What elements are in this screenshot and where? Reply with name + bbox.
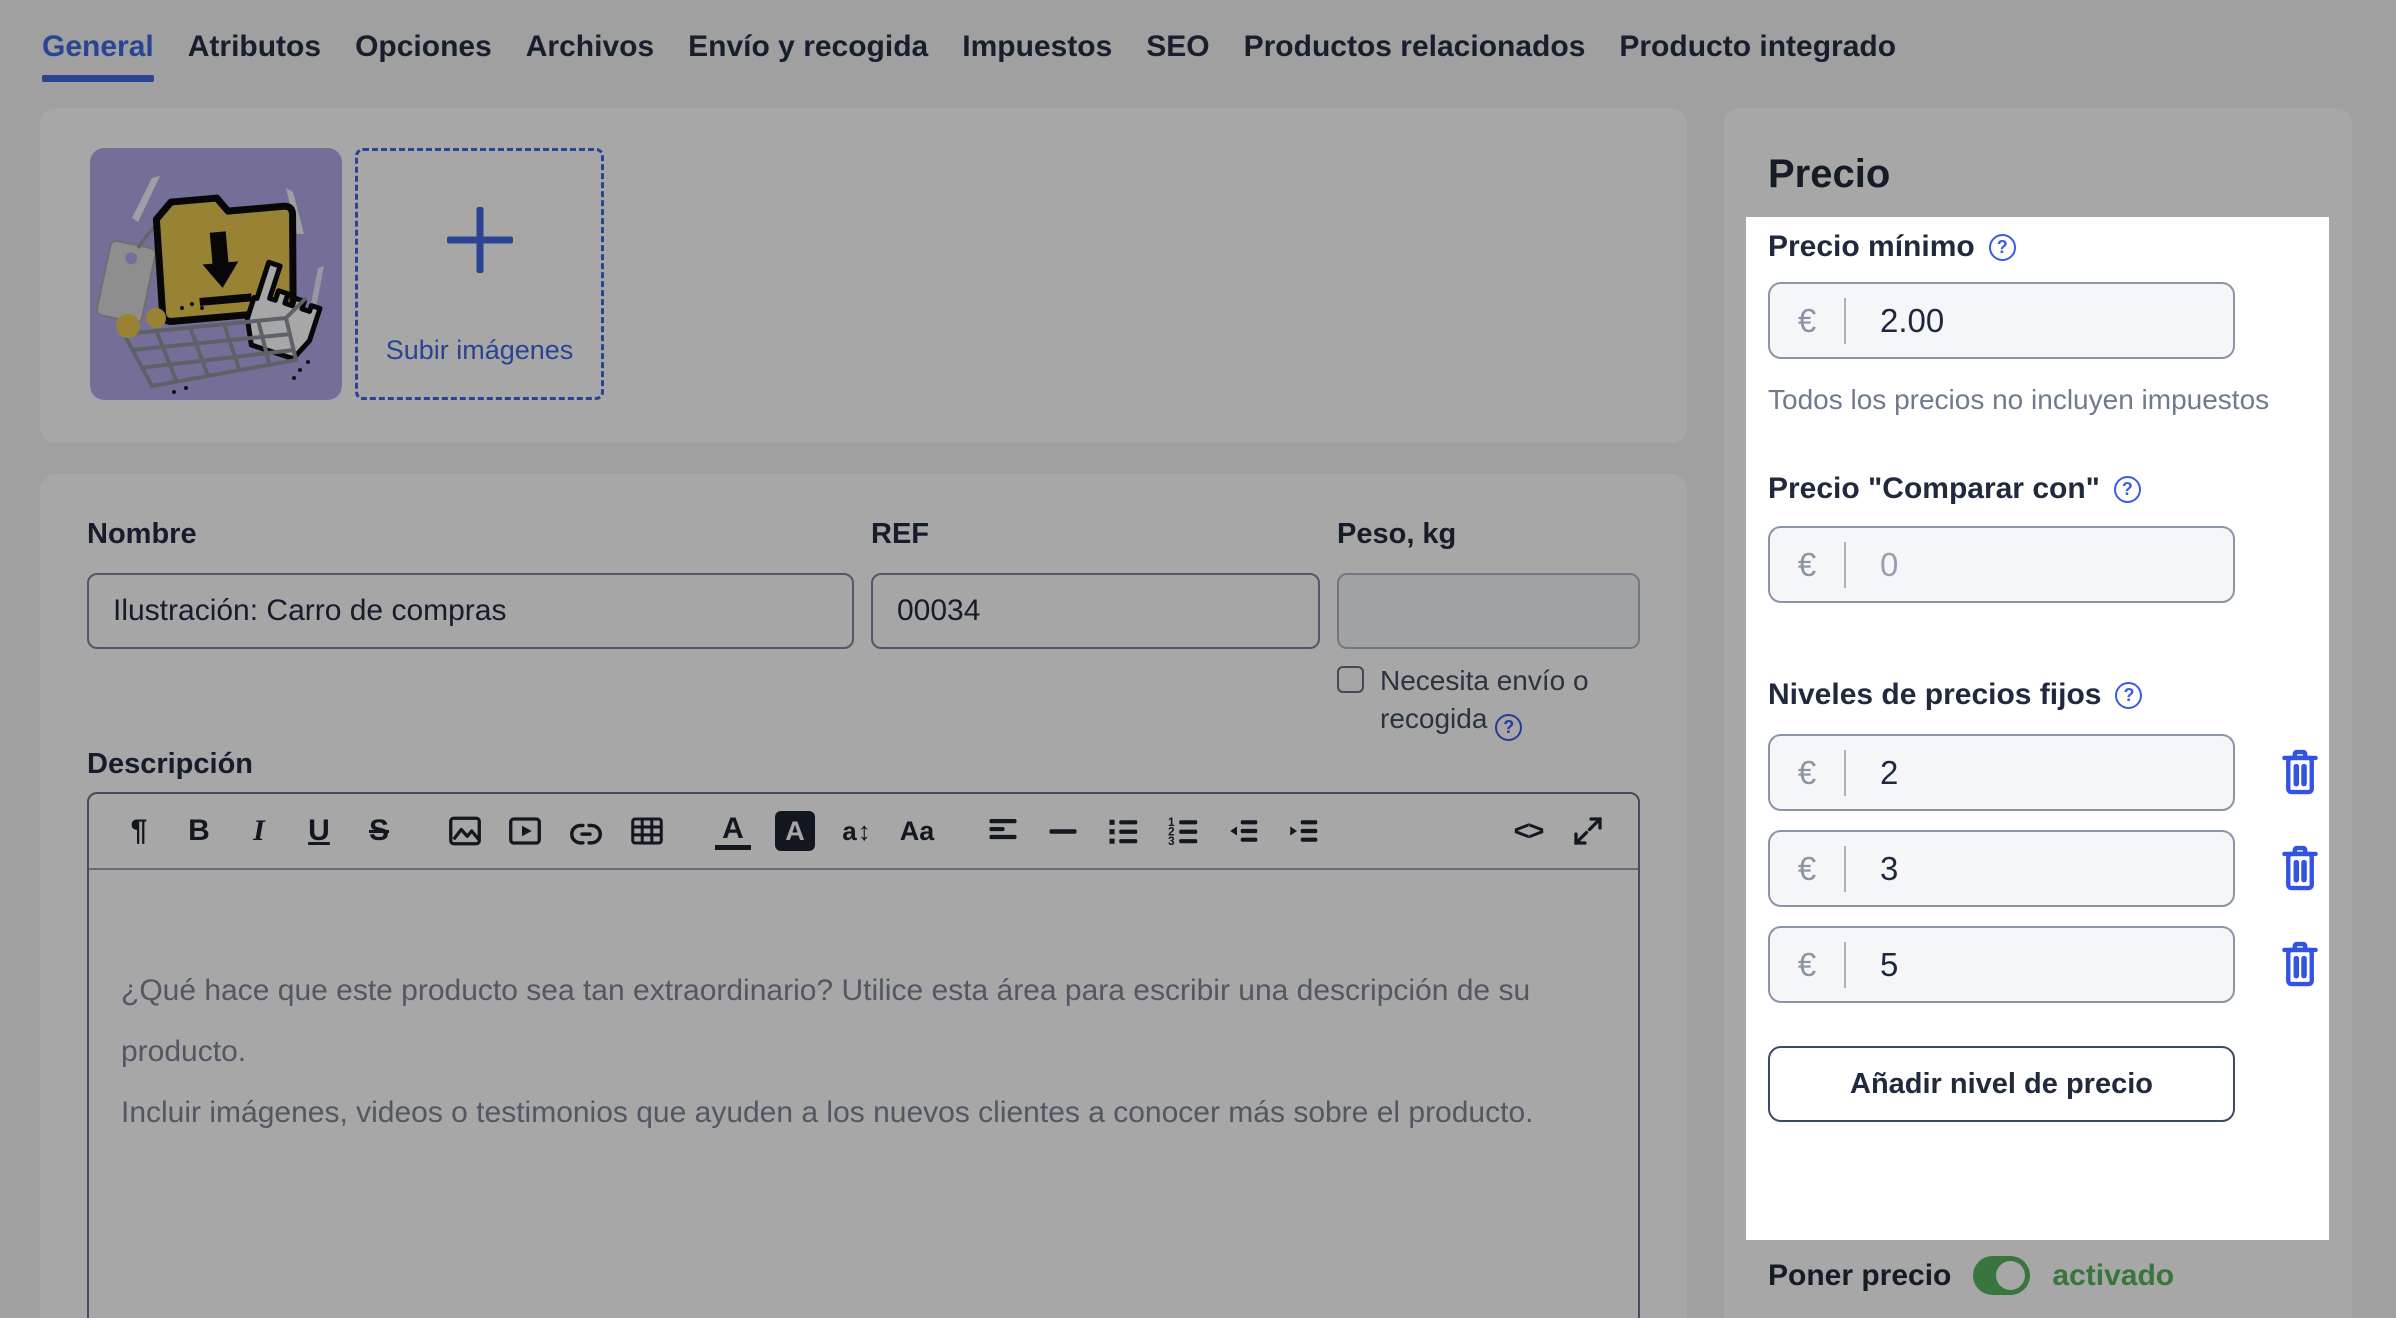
italic-icon[interactable]: I bbox=[241, 809, 277, 853]
price-panel-title: Precio bbox=[1768, 152, 1891, 196]
ref-input[interactable] bbox=[871, 573, 1320, 649]
compare-price-label-row: Precio "Comparar con" ? bbox=[1768, 472, 2141, 506]
price-level-input[interactable]: € 5 bbox=[1768, 926, 2235, 1003]
tab-impuestos[interactable]: Impuestos bbox=[962, 30, 1112, 82]
price-level-value: 3 bbox=[1880, 849, 1899, 887]
min-price-value: 2.00 bbox=[1880, 301, 1945, 339]
tab-producto-integrado[interactable]: Producto integrado bbox=[1619, 30, 1896, 82]
tab-general[interactable]: General bbox=[42, 30, 154, 82]
bulleted-list-icon[interactable] bbox=[1105, 809, 1141, 853]
svg-text:3: 3 bbox=[1168, 834, 1175, 848]
delete-price-level-icon[interactable] bbox=[2277, 844, 2323, 894]
tab-seo[interactable]: SEO bbox=[1146, 30, 1209, 82]
price-levels-help-icon[interactable]: ? bbox=[2115, 681, 2143, 709]
toggle-knob bbox=[1996, 1261, 2026, 1290]
compare-price-input[interactable]: € 0 bbox=[1768, 526, 2235, 603]
product-form-card: Nombre REF Peso, kg Necesita envío o rec… bbox=[40, 474, 1687, 1318]
insert-table-icon[interactable] bbox=[629, 809, 665, 853]
editor-toolbar: ¶ B I U S A A a ↕ Aa 1 2 3 <> bbox=[89, 794, 1638, 870]
outdent-icon[interactable] bbox=[1225, 809, 1261, 853]
tab-envio-y-recogida[interactable]: Envío y recogida bbox=[688, 30, 928, 82]
upload-images-label: Subir imágenes bbox=[385, 335, 574, 365]
letter-case-icon[interactable]: Aa bbox=[899, 809, 935, 853]
shipping-checkbox-label: Necesita envío o recogida ? bbox=[1380, 662, 1667, 741]
highlight-color-icon[interactable]: A bbox=[775, 811, 815, 851]
horizontal-rule-icon[interactable] bbox=[1045, 809, 1081, 853]
set-price-toggle-row: Poner precio activado bbox=[1768, 1256, 2174, 1295]
tax-note: Todos los precios no incluyen impuestos bbox=[1768, 384, 2270, 415]
text-color-icon[interactable]: A bbox=[715, 812, 751, 850]
fullscreen-icon[interactable] bbox=[1570, 809, 1606, 853]
tab-productos-relacionados[interactable]: Productos relacionados bbox=[1244, 30, 1586, 82]
shipping-help-icon[interactable]: ? bbox=[1495, 713, 1523, 741]
needs-shipping-checkbox[interactable] bbox=[1337, 666, 1364, 693]
compare-price-help-icon[interactable]: ? bbox=[2113, 475, 2141, 503]
price-level-value: 2 bbox=[1880, 753, 1899, 791]
min-price-help-icon[interactable]: ? bbox=[1988, 233, 2016, 261]
name-input[interactable] bbox=[87, 573, 854, 649]
currency-symbol: € bbox=[1797, 545, 1817, 583]
bold-icon[interactable]: B bbox=[181, 809, 217, 853]
indent-icon[interactable] bbox=[1285, 809, 1321, 853]
product-tabs: General Atributos Opciones Archivos Enví… bbox=[42, 30, 1896, 82]
currency-symbol: € bbox=[1797, 945, 1817, 983]
product-image-thumbnail[interactable] bbox=[90, 148, 342, 400]
price-panel: Precio Precio mínimo ? € 2.00 Todos los … bbox=[1724, 108, 2352, 1318]
upload-images-dropzone[interactable]: Subir imágenes bbox=[355, 148, 604, 400]
currency-symbol: € bbox=[1797, 849, 1817, 887]
toggle-state-text: activado bbox=[2052, 1258, 2175, 1292]
shipping-checkbox-row: Necesita envío o recogida ? bbox=[1337, 662, 1667, 741]
set-price-label: Poner precio bbox=[1768, 1258, 1952, 1292]
strikethrough-icon[interactable]: S bbox=[361, 809, 397, 853]
underline-icon[interactable]: U bbox=[301, 809, 337, 853]
insert-image-icon[interactable] bbox=[447, 809, 483, 853]
tab-atributos[interactable]: Atributos bbox=[188, 30, 321, 82]
add-price-level-button[interactable]: Añadir nivel de precio bbox=[1768, 1046, 2235, 1122]
insert-video-icon[interactable] bbox=[507, 809, 543, 853]
plus-icon bbox=[446, 207, 513, 273]
set-price-toggle[interactable] bbox=[1973, 1256, 2031, 1295]
product-image bbox=[90, 148, 342, 400]
images-card: Subir imágenes bbox=[40, 108, 1687, 443]
code-view-icon[interactable]: <> bbox=[1510, 809, 1546, 853]
min-price-label-row: Precio mínimo ? bbox=[1768, 230, 2016, 264]
paragraph-icon[interactable]: ¶ bbox=[121, 809, 157, 853]
price-level-value: 5 bbox=[1880, 945, 1899, 983]
weight-label: Peso, kg bbox=[1337, 518, 1457, 550]
currency-symbol: € bbox=[1797, 301, 1817, 339]
min-price-input[interactable]: € 2.00 bbox=[1768, 282, 2235, 359]
delete-price-level-icon[interactable] bbox=[2277, 940, 2323, 990]
ref-label: REF bbox=[871, 518, 929, 550]
description-label: Descripción bbox=[87, 748, 253, 780]
description-placeholder: ¿Qué hace que este producto sea tan extr… bbox=[121, 974, 1534, 1129]
align-left-icon[interactable] bbox=[985, 809, 1021, 853]
description-textarea[interactable]: ¿Qué hace que este producto sea tan extr… bbox=[89, 870, 1638, 1318]
description-editor: ¶ B I U S A A a ↕ Aa 1 2 3 <> ¿Qué hace … bbox=[87, 792, 1640, 1318]
weight-input[interactable] bbox=[1337, 573, 1640, 649]
price-levels-label-row: Niveles de precios fijos ? bbox=[1768, 678, 2143, 712]
font-size-icon[interactable]: a ↕ bbox=[839, 809, 875, 853]
tab-opciones[interactable]: Opciones bbox=[355, 30, 492, 82]
delete-price-level-icon[interactable] bbox=[2277, 748, 2323, 798]
name-label: Nombre bbox=[87, 518, 197, 550]
numbered-list-icon[interactable]: 1 2 3 bbox=[1165, 809, 1201, 853]
price-level-input[interactable]: € 2 bbox=[1768, 734, 2235, 811]
currency-symbol: € bbox=[1797, 753, 1817, 791]
insert-link-icon[interactable] bbox=[567, 809, 605, 853]
compare-price-value: 0 bbox=[1880, 545, 1899, 583]
price-level-input[interactable]: € 3 bbox=[1768, 830, 2235, 907]
tab-archivos[interactable]: Archivos bbox=[526, 30, 654, 82]
